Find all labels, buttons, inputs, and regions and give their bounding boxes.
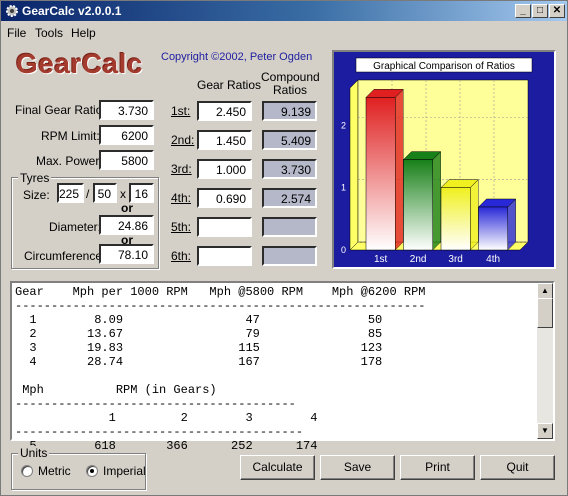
chart-side-wall (349, 79, 359, 251)
gear-row-label: 5th: (171, 220, 192, 234)
tyres-legend: Tyres (18, 171, 52, 185)
gear-ratio-field[interactable] (197, 217, 252, 237)
compound-ratio-field: 3.730 (262, 159, 317, 179)
bar-4th (478, 206, 508, 251)
menu-file[interactable]: File (7, 26, 26, 40)
compound-ratio-field: 9.139 (262, 101, 317, 121)
scroll-up-icon[interactable]: ▲ (537, 283, 553, 299)
bar-side (432, 151, 441, 251)
results-scrollbar[interactable]: ▲ ▼ (537, 283, 553, 439)
menu-tools[interactable]: Tools (35, 26, 63, 40)
compound-ratios-header: Compound Ratios (261, 70, 320, 97)
gear-ratio-field[interactable]: 0.690 (197, 188, 252, 208)
rpm-limit-label: RPM Limit: (41, 129, 100, 143)
metric-radio[interactable] (21, 465, 33, 477)
compound-ratio-field: 5.409 (262, 130, 317, 150)
gear-row-label: 3rd: (171, 162, 192, 176)
imperial-label[interactable]: Imperial (103, 464, 146, 478)
tyre-x: x (120, 187, 126, 201)
gear-ratios-header: Gear Ratios (197, 78, 262, 92)
y-tick-label: 1 (341, 183, 346, 193)
bar-side (507, 198, 516, 251)
copyright-text: Copyright ©2002, Peter Ogden (161, 51, 313, 63)
bar-2nd (403, 159, 433, 251)
compound-ratio-field: 2.574 (262, 188, 317, 208)
print-button[interactable]: Print (400, 455, 475, 480)
quit-button[interactable]: Quit (480, 455, 555, 480)
diameter-label: Diameter: (49, 220, 102, 234)
window-title: GearCalc v2.0.0.1 (22, 4, 122, 18)
results-text: Gear Mph per 1000 RPM Mph @5800 RPM Mph … (15, 285, 426, 453)
gearcalc-window: GearCalc v2.0.0.1 _ □ ✕ File Tools Help … (0, 0, 568, 496)
minimize-button[interactable]: _ (515, 4, 531, 18)
x-tick-label: 2nd (410, 254, 427, 265)
metric-label[interactable]: Metric (38, 464, 71, 478)
tyre-rim-field[interactable]: 16 (129, 183, 154, 203)
gear-ratio-field[interactable]: 1.450 (197, 130, 252, 150)
compound-ratio-field (262, 217, 317, 237)
final-gear-ratio-label: Final Gear Ratio: (15, 103, 106, 117)
or-label-1: or (121, 201, 133, 215)
scroll-thumb[interactable] (537, 298, 553, 328)
bar-side (470, 179, 479, 251)
gear-app-icon (6, 5, 18, 17)
final-gear-ratio-field[interactable]: 3.730 (99, 100, 154, 120)
x-tick-label: 4th (486, 254, 500, 265)
diameter-field[interactable]: 24.86 (99, 215, 154, 235)
chart-title: Graphical Comparison of Ratios (373, 61, 515, 72)
x-tick-label: 3rd (448, 254, 462, 265)
tyre-size-label: Size: (23, 188, 50, 202)
scroll-down-icon[interactable]: ▼ (537, 423, 553, 439)
x-tick-label: 1st (374, 254, 388, 265)
circumference-field[interactable]: 78.10 (99, 244, 154, 264)
gear-row-label: 4th: (171, 191, 192, 205)
title-bar: GearCalc v2.0.0.1 _ □ ✕ (1, 1, 567, 21)
results-textbox[interactable]: Gear Mph per 1000 RPM Mph @5800 RPM Mph … (10, 281, 555, 453)
rpm-limit-field[interactable]: 6200 (99, 125, 154, 145)
save-button[interactable]: Save (320, 455, 395, 480)
circumference-label: Circumference: (24, 249, 106, 263)
gear-row-label: 6th: (171, 249, 192, 263)
imperial-radio[interactable] (86, 465, 98, 477)
tyre-profile-field[interactable]: 50 (93, 183, 117, 203)
units-legend: Units (18, 446, 50, 460)
bar-side (395, 88, 404, 251)
close-button[interactable]: ✕ (549, 4, 565, 18)
y-tick-label: 0 (341, 245, 346, 255)
gear-ratio-field[interactable]: 2.450 (197, 101, 252, 121)
max-power-field[interactable]: 5800 (99, 150, 154, 170)
calculate-button[interactable]: Calculate (240, 455, 315, 480)
tyre-slash: / (86, 187, 90, 201)
menu-help[interactable]: Help (71, 26, 96, 40)
y-tick-label: 2 (341, 120, 346, 130)
menu-bar: File Tools Help (1, 23, 567, 42)
bar-3rd (440, 187, 471, 251)
gear-ratio-field[interactable]: 1.000 (197, 159, 252, 179)
ratio-chart: 0 1 2 1st 2nd 3rd 4th Graphical Comparison of R… (334, 52, 554, 267)
gear-row-label: 2nd: (171, 133, 195, 147)
maximize-button[interactable]: □ (532, 4, 548, 18)
ratio-chart-panel: 0 1 2 1st 2nd 3rd 4th Graphical Comparison of R… (332, 50, 556, 269)
gearcalc-logo: GearCalc (16, 48, 143, 79)
tyre-width-field[interactable]: 225 (57, 183, 84, 203)
compound-ratio-field (262, 246, 317, 266)
max-power-label: Max. Power: (36, 154, 103, 168)
bar-1st (365, 97, 396, 251)
gear-ratio-field[interactable] (197, 246, 252, 266)
gear-row-label: 1st: (171, 104, 191, 118)
